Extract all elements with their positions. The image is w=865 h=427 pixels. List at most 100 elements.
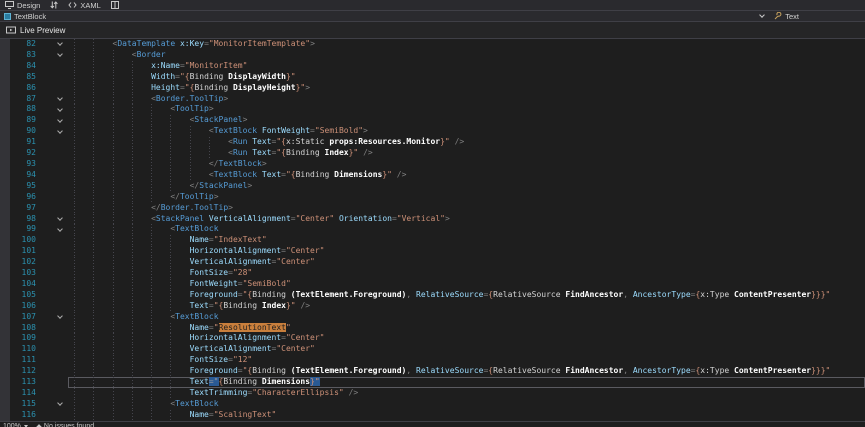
code-line-text[interactable]: FontSize="28": [68, 268, 865, 279]
code-line[interactable]: 109 HorizontalAlignment="Center": [0, 333, 865, 344]
xaml-tab[interactable]: XAML: [66, 0, 102, 10]
fold-chevron-icon[interactable]: [57, 226, 63, 232]
code-line[interactable]: 91 <Run Text="{x:Static props:Resources.…: [0, 137, 865, 148]
breakpoint-margin[interactable]: [0, 366, 10, 377]
code-line[interactable]: 102 VerticalAlignment="Center": [0, 257, 865, 268]
code-line-text[interactable]: Foreground="{Binding (TextElement.Foregr…: [68, 366, 865, 377]
code-line[interactable]: 107 <TextBlock: [0, 312, 865, 323]
breakpoint-margin[interactable]: [0, 355, 10, 366]
code-line-text[interactable]: VerticalAlignment="Center": [68, 257, 865, 268]
code-line-text[interactable]: x:Name="MonitorItem": [68, 61, 865, 72]
breakpoint-margin[interactable]: [0, 399, 10, 410]
property-breadcrumb[interactable]: Text: [774, 12, 799, 21]
code-line-text[interactable]: Width="{Binding DisplayWidth}": [68, 72, 865, 83]
split-view-button[interactable]: [109, 0, 121, 10]
fold-chevron-icon[interactable]: [57, 95, 63, 101]
breakpoint-margin[interactable]: [0, 83, 10, 94]
breakpoint-margin[interactable]: [0, 377, 10, 388]
code-line[interactable]: 93 </TextBlock>: [0, 159, 865, 170]
code-line[interactable]: 83 <Border: [0, 50, 865, 61]
breakpoint-margin[interactable]: [0, 344, 10, 355]
fold-column[interactable]: [52, 312, 68, 323]
code-line-text[interactable]: FontSize="12": [68, 355, 865, 366]
code-line[interactable]: 84 x:Name="MonitorItem": [0, 61, 865, 72]
fold-column[interactable]: [52, 104, 68, 115]
code-line-text[interactable]: </Border.ToolTip>: [68, 203, 865, 214]
code-line-text[interactable]: <Border.ToolTip>: [68, 94, 865, 105]
code-line[interactable]: 115 <TextBlock: [0, 399, 865, 410]
code-line[interactable]: 92 <Run Text="{Binding Index}" />: [0, 148, 865, 159]
breakpoint-margin[interactable]: [0, 290, 10, 301]
breakpoint-margin[interactable]: [0, 333, 10, 344]
code-editor[interactable]: 82 <DataTemplate x:Key="MonitorItemTempl…: [0, 39, 865, 421]
code-line[interactable]: 82 <DataTemplate x:Key="MonitorItemTempl…: [0, 39, 865, 50]
code-line[interactable]: 103 FontSize="28": [0, 268, 865, 279]
fold-column[interactable]: [52, 115, 68, 126]
code-line[interactable]: 85 Width="{Binding DisplayWidth}": [0, 72, 865, 83]
swap-panes-button[interactable]: [48, 0, 60, 10]
code-line-text[interactable]: TextTrimming="CharacterEllipsis" />: [68, 388, 865, 399]
breakpoint-margin[interactable]: [0, 235, 10, 246]
breakpoint-margin[interactable]: [0, 203, 10, 214]
code-line-text[interactable]: <StackPanel>: [68, 115, 865, 126]
breakpoint-margin[interactable]: [0, 323, 10, 334]
code-line[interactable]: 96 </ToolTip>: [0, 192, 865, 203]
fold-column[interactable]: [52, 224, 68, 235]
code-line[interactable]: 88 <ToolTip>: [0, 104, 865, 115]
zoom-control[interactable]: 100%: [3, 423, 28, 427]
code-line-text[interactable]: <TextBlock Text="{Binding Dimensions}" /…: [68, 170, 865, 181]
code-line-text[interactable]: HorizontalAlignment="Center": [68, 246, 865, 257]
code-line[interactable]: 101 HorizontalAlignment="Center": [0, 246, 865, 257]
breakpoint-margin[interactable]: [0, 170, 10, 181]
fold-column[interactable]: [52, 39, 68, 50]
code-line[interactable]: 105 Foreground="{Binding (TextElement.Fo…: [0, 290, 865, 301]
code-line[interactable]: 100 Name="IndexText": [0, 235, 865, 246]
breakpoint-margin[interactable]: [0, 246, 10, 257]
design-tab[interactable]: Design: [3, 0, 42, 10]
code-line-text[interactable]: VerticalAlignment="Center": [68, 344, 865, 355]
breakpoint-margin[interactable]: [0, 301, 10, 312]
fold-chevron-icon[interactable]: [57, 313, 63, 319]
code-line[interactable]: 112 Foreground="{Binding (TextElement.Fo…: [0, 366, 865, 377]
health-indicator[interactable]: No issues found: [37, 423, 94, 427]
breakpoint-margin[interactable]: [0, 410, 10, 421]
code-line-text[interactable]: Height="{Binding DisplayHeight}">: [68, 83, 865, 94]
code-line[interactable]: 99 <TextBlock: [0, 224, 865, 235]
breakpoint-margin[interactable]: [0, 148, 10, 159]
code-line-text[interactable]: </TextBlock>: [68, 159, 865, 170]
code-line[interactable]: 104 FontWeight="SemiBold": [0, 279, 865, 290]
code-line[interactable]: 97 </Border.ToolTip>: [0, 203, 865, 214]
breakpoint-margin[interactable]: [0, 126, 10, 137]
code-line-text[interactable]: <TextBlock FontWeight="SemiBold">: [68, 126, 865, 137]
code-line[interactable]: 114 TextTrimming="CharacterEllipsis" />: [0, 388, 865, 399]
code-line[interactable]: 94 <TextBlock Text="{Binding Dimensions}…: [0, 170, 865, 181]
breakpoint-margin[interactable]: [0, 104, 10, 115]
code-line[interactable]: 106 Text="{Binding Index}" />: [0, 301, 865, 312]
breakpoint-margin[interactable]: [0, 257, 10, 268]
code-line-text[interactable]: <TextBlock: [68, 312, 865, 323]
breakpoint-margin[interactable]: [0, 224, 10, 235]
breakpoint-margin[interactable]: [0, 388, 10, 399]
code-line-text[interactable]: Text="{Binding Index}" />: [68, 301, 865, 312]
code-line[interactable]: 116 Name="ScalingText": [0, 410, 865, 421]
code-line[interactable]: 98 <StackPanel VerticalAlignment="Center…: [0, 214, 865, 225]
code-line[interactable]: 86 Height="{Binding DisplayHeight}">: [0, 83, 865, 94]
code-line-text[interactable]: <ToolTip>: [68, 104, 865, 115]
breakpoint-margin[interactable]: [0, 50, 10, 61]
fold-column[interactable]: [52, 214, 68, 225]
fold-column[interactable]: [52, 399, 68, 410]
code-line-text[interactable]: Text="{Binding Dimensions}": [68, 377, 865, 388]
code-line[interactable]: 87 <Border.ToolTip>: [0, 94, 865, 105]
code-line-text[interactable]: <TextBlock: [68, 399, 865, 410]
breakpoint-margin[interactable]: [0, 214, 10, 225]
code-line-text[interactable]: Name="ScalingText": [68, 410, 865, 421]
code-line-text[interactable]: </ToolTip>: [68, 192, 865, 203]
code-line-text[interactable]: <DataTemplate x:Key="MonitorItemTemplate…: [68, 39, 865, 50]
code-line-text[interactable]: HorizontalAlignment="Center": [68, 333, 865, 344]
code-line[interactable]: 95 </StackPanel>: [0, 181, 865, 192]
breakpoint-margin[interactable]: [0, 94, 10, 105]
breakpoint-margin[interactable]: [0, 72, 10, 83]
fold-chevron-icon[interactable]: [57, 106, 63, 112]
fold-column[interactable]: [52, 50, 68, 61]
breakpoint-margin[interactable]: [0, 312, 10, 323]
